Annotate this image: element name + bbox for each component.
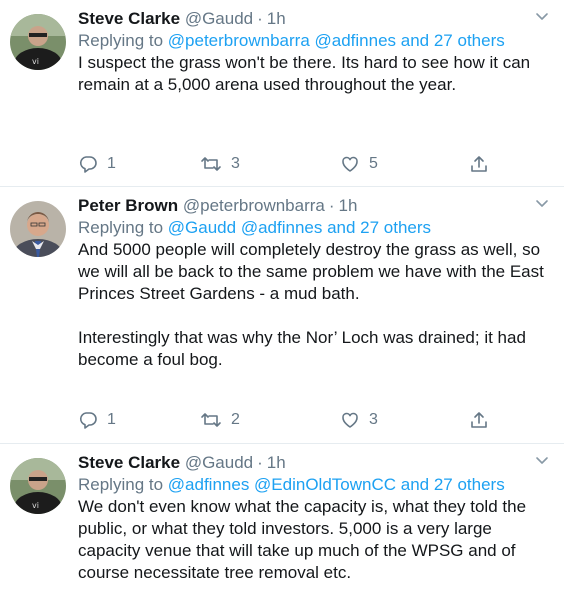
author-handle[interactable]: @peterbrownbarra bbox=[183, 196, 325, 215]
timestamp[interactable]: 1h bbox=[267, 453, 286, 472]
replying-to-link[interactable]: @Gaudd @adfinnes and 27 others bbox=[168, 218, 431, 237]
chevron-down-icon[interactable] bbox=[534, 452, 550, 468]
reply-count: 1 bbox=[107, 411, 116, 428]
share-upload-icon bbox=[471, 156, 487, 172]
heart-icon bbox=[342, 156, 358, 172]
tweet[interactable]: Peter Brown @peterbrownbarra · 1h Replying… bbox=[0, 187, 564, 444]
author-name[interactable]: Steve Clarke bbox=[78, 453, 180, 472]
tweet[interactable]: vi Steve Clarke @Gaudd · 1h Replying to @p… bbox=[0, 0, 564, 187]
tweet[interactable]: vi Steve Clarke @Gaudd · 1h Replying to @a… bbox=[0, 444, 564, 600]
author-name[interactable]: Steve Clarke bbox=[78, 9, 180, 28]
chevron-down-icon[interactable] bbox=[534, 195, 550, 211]
tweet-text: We don't even know what the capacity is,… bbox=[78, 497, 527, 582]
author-name[interactable]: Peter Brown bbox=[78, 196, 178, 215]
replying-to: Replying to @adfinnes @EdinOldTownCC and… bbox=[78, 474, 550, 496]
retweet-button[interactable]: 2 bbox=[200, 410, 240, 430]
timestamp[interactable]: 1h bbox=[267, 9, 286, 28]
replying-prefix: Replying to bbox=[78, 31, 164, 50]
retweet-arrows-icon bbox=[201, 413, 221, 427]
share-button[interactable] bbox=[469, 410, 489, 430]
replying-to-link[interactable]: @peterbrownbarra @adfinnes and 27 others bbox=[168, 31, 505, 50]
tweet-feed: vi Steve Clarke @Gaudd · 1h Replying to @p… bbox=[0, 0, 564, 600]
tweet-header: Steve Clarke @Gaudd · 1h bbox=[78, 9, 286, 28]
tweet-text: I suspect the grass won't be there. Its … bbox=[78, 53, 531, 94]
heart-icon bbox=[342, 412, 358, 428]
chevron-down-icon[interactable] bbox=[534, 8, 550, 24]
avatar[interactable] bbox=[10, 201, 66, 257]
tweet-header: Steve Clarke @Gaudd · 1h bbox=[78, 453, 286, 472]
author-handle[interactable]: @Gaudd bbox=[185, 9, 253, 28]
svg-text:vi: vi bbox=[32, 57, 39, 66]
retweet-arrows-icon bbox=[201, 157, 221, 171]
avatar[interactable]: vi bbox=[10, 458, 66, 514]
replying-prefix: Replying to bbox=[78, 218, 164, 237]
timestamp[interactable]: 1h bbox=[339, 196, 358, 215]
like-button[interactable]: 5 bbox=[340, 154, 378, 174]
avatar[interactable]: vi bbox=[10, 14, 66, 70]
tweet-header: Peter Brown @peterbrownbarra · 1h bbox=[78, 196, 358, 215]
retweet-button[interactable]: 3 bbox=[200, 154, 240, 174]
retweet-count: 2 bbox=[231, 411, 240, 428]
reply-button[interactable]: 1 bbox=[78, 154, 156, 174]
like-count: 3 bbox=[369, 411, 378, 428]
like-button[interactable]: 3 bbox=[340, 410, 378, 430]
retweet-count: 3 bbox=[231, 155, 240, 172]
reply-count: 1 bbox=[107, 155, 116, 172]
tweet-actions: 1 3 5 bbox=[78, 152, 550, 176]
replying-to: Replying to @peterbrownbarra @adfinnes a… bbox=[78, 30, 550, 52]
tweet-text: And 5000 people will completely destroy … bbox=[78, 240, 544, 369]
tweet-actions: 1 2 3 bbox=[78, 408, 550, 432]
author-handle[interactable]: @Gaudd bbox=[185, 453, 253, 472]
share-upload-icon bbox=[471, 412, 487, 428]
share-button[interactable] bbox=[469, 154, 489, 174]
replying-prefix: Replying to bbox=[78, 475, 164, 494]
reply-button[interactable]: 1 bbox=[78, 410, 156, 430]
svg-text:vi: vi bbox=[32, 501, 39, 510]
replying-to-link[interactable]: @adfinnes @EdinOldTownCC and 27 others bbox=[168, 475, 505, 494]
speech-bubble-icon bbox=[79, 412, 97, 429]
speech-bubble-icon bbox=[79, 156, 97, 173]
like-count: 5 bbox=[369, 155, 378, 172]
replying-to: Replying to @Gaudd @adfinnes and 27 othe… bbox=[78, 217, 550, 239]
